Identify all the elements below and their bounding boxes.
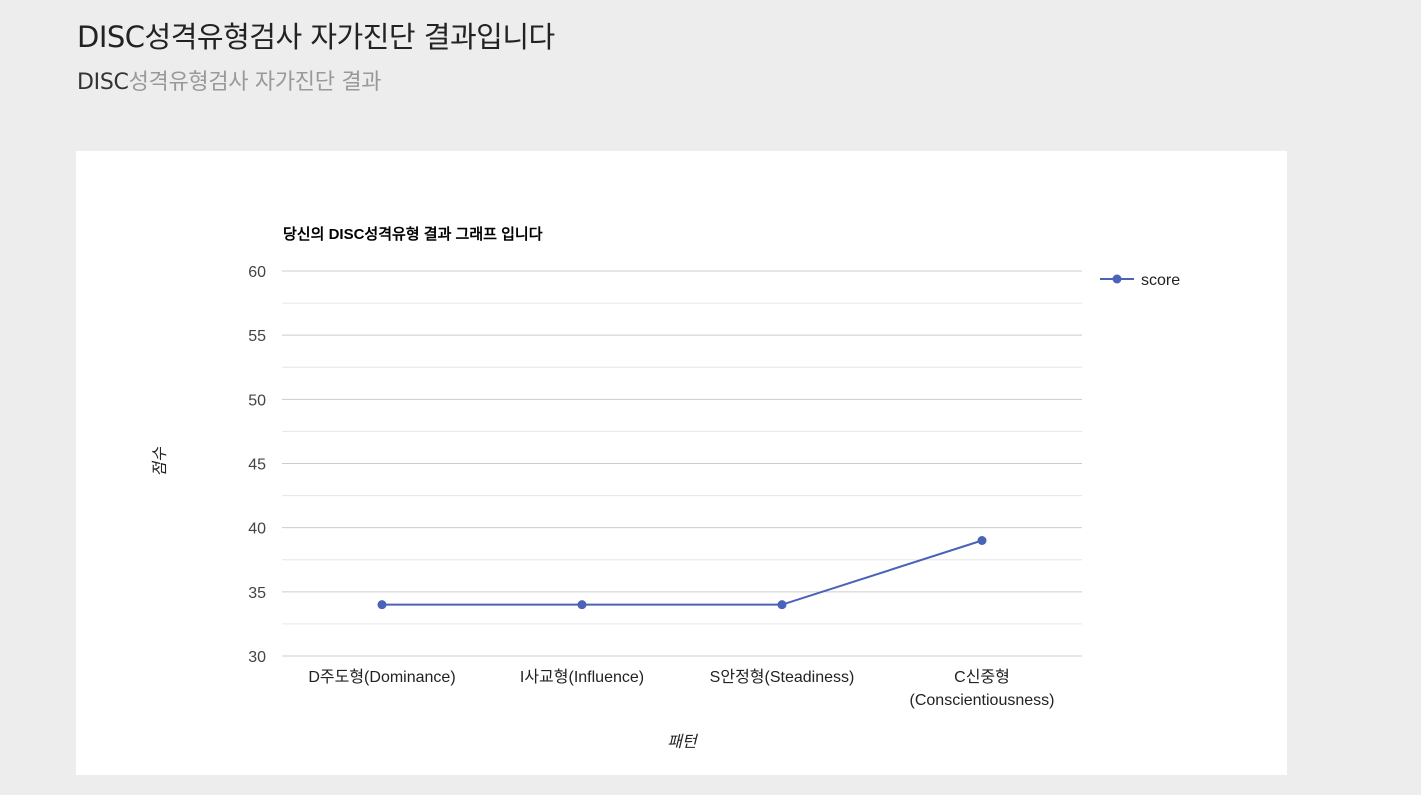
- x-tick-label: D주도형(Dominance): [308, 668, 455, 686]
- x-tick-label: (Conscientiousness): [910, 692, 1055, 709]
- legend[interactable]: score: [1100, 272, 1180, 289]
- y-tick-label: 55: [248, 328, 266, 345]
- grid-layer: [282, 270, 1082, 657]
- x-tick-labels: D주도형(Dominance) I사교형(Influence) S안정형(Stead…: [308, 668, 1054, 709]
- y-tick-label: 45: [248, 457, 266, 474]
- y-tick-label: 35: [248, 585, 266, 602]
- legend-marker-icon: [1112, 274, 1122, 284]
- series-line-score[interactable]: [382, 539, 983, 606]
- chart-card: 30 35 40 45 50 55 60 D주도형(Dominance) I사교형(Influ…: [76, 151, 1287, 775]
- x-tick-label: C신중형: [954, 668, 1010, 686]
- y-axis-label: 점수: [151, 446, 169, 477]
- y-tick-label: 40: [248, 521, 266, 538]
- chart-title: 당신의 DISC성격유형 결과 그래프 입니다: [283, 225, 543, 243]
- series-layer: [377, 536, 987, 610]
- y-tick-label: 50: [248, 392, 266, 409]
- y-tick-label: 60: [248, 264, 266, 281]
- x-tick-label: S안정형(Steadiness): [710, 668, 855, 686]
- line-chart: 30 35 40 45 50 55 60 D주도형(Dominance) I사교형(Influ…: [151, 225, 1180, 751]
- legend-label: score: [1141, 272, 1180, 289]
- page-subtitle: DISC성격유형검사 자가진단 결과: [77, 64, 382, 96]
- data-point[interactable]: [377, 600, 387, 610]
- y-tick-label: 30: [248, 649, 266, 666]
- data-point[interactable]: [777, 600, 787, 610]
- x-axis-label: 패턴: [667, 733, 699, 751]
- y-tick-labels: 30 35 40 45 50 55 60: [248, 264, 266, 666]
- page-subtitle-rest: 성격유형검사 자가진단 결과: [128, 70, 382, 95]
- page-title: DISC성격유형검사 자가진단 결과입니다: [77, 20, 555, 54]
- page-subtitle-prefix: DISC: [77, 70, 129, 95]
- data-point[interactable]: [577, 600, 587, 610]
- x-tick-label: I사교형(Influence): [520, 668, 644, 686]
- data-point[interactable]: [977, 536, 987, 545]
